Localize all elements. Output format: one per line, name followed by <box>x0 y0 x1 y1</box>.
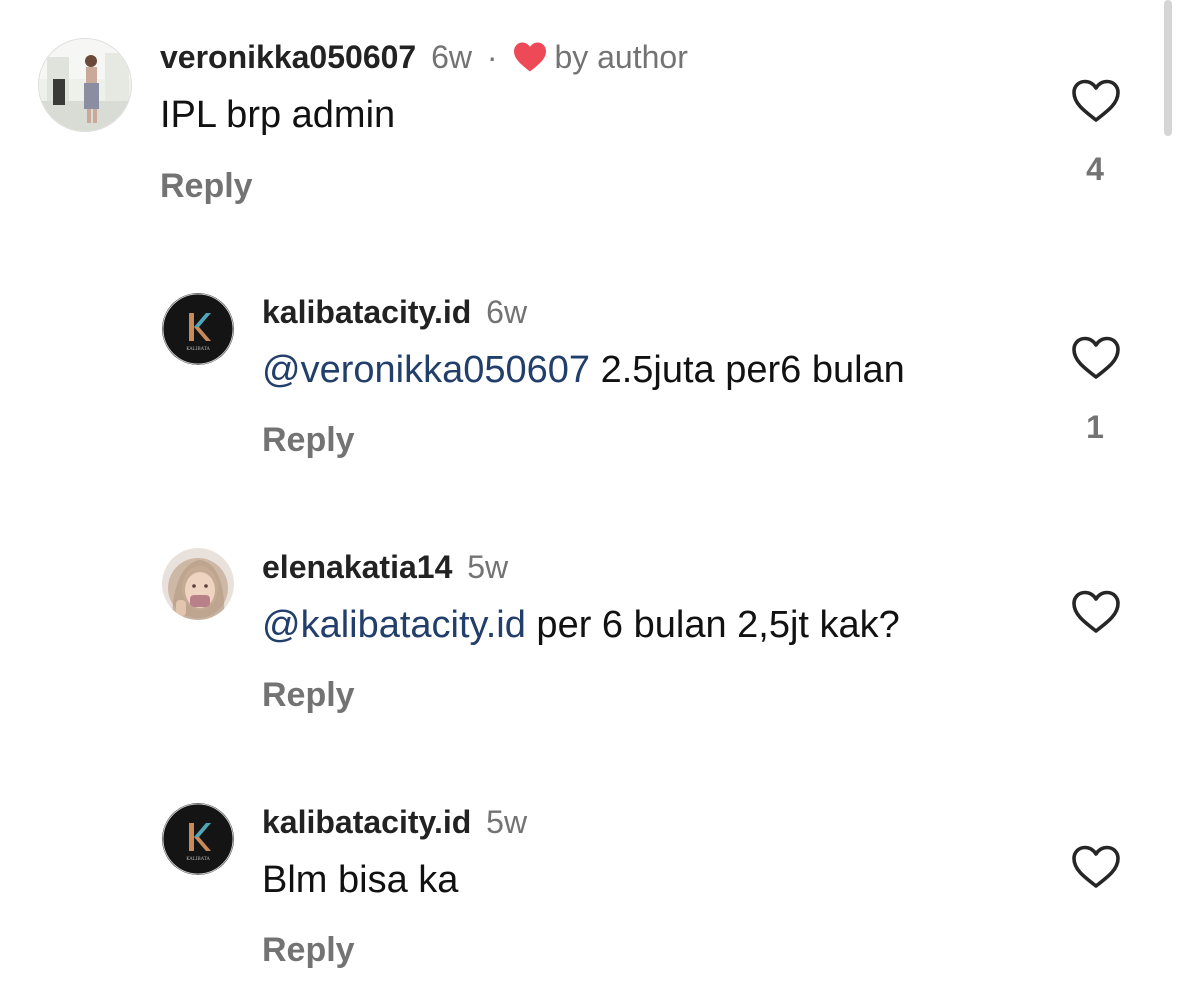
comment-header: veronikka050607 6w · by author <box>160 38 688 76</box>
kalibata-logo: KALIBATA <box>162 293 234 365</box>
comment-header: kalibatacity.id 6w <box>262 293 527 331</box>
username[interactable]: veronikka050607 <box>160 39 416 75</box>
comment-body: per 6 bulan 2,5jt kak? <box>525 604 900 646</box>
by-author-label: by author <box>554 39 688 75</box>
heart-outline-icon <box>1072 590 1120 633</box>
reply-button[interactable]: Reply <box>262 930 355 970</box>
user-photo <box>162 548 234 620</box>
avatar[interactable] <box>162 548 234 620</box>
reply-button[interactable]: Reply <box>262 675 355 715</box>
user-photo <box>39 39 131 131</box>
timestamp: 6w <box>431 39 472 75</box>
username[interactable]: kalibatacity.id <box>262 294 471 330</box>
timestamp: 5w <box>467 549 509 585</box>
like-button[interactable] <box>1071 844 1121 890</box>
avatar[interactable]: KALIBATA <box>162 803 234 875</box>
scrollbar[interactable] <box>1164 0 1172 136</box>
separator: · <box>486 39 498 75</box>
comment-body: 2.5juta per6 bulan <box>590 349 905 391</box>
heart-outline-icon <box>1072 845 1120 888</box>
heart-filled-icon <box>514 42 547 72</box>
username[interactable]: elenakatia14 <box>262 549 452 585</box>
logo-caption: KALIBATA <box>186 856 210 862</box>
comment-text: IPL brp admin <box>160 94 396 136</box>
reply-button[interactable]: Reply <box>262 420 355 460</box>
like-button[interactable] <box>1071 335 1121 381</box>
like-count[interactable]: 1 <box>1070 408 1120 446</box>
comment-text: @veronikka050607 2.5juta per6 bulan <box>262 347 905 393</box>
username[interactable]: kalibatacity.id <box>262 804 471 840</box>
comment-text: Blm bisa ka <box>262 859 459 901</box>
heart-outline-icon <box>1072 79 1120 122</box>
avatar[interactable]: KALIBATA <box>162 293 234 365</box>
avatar[interactable] <box>38 38 132 132</box>
like-button[interactable] <box>1071 589 1121 635</box>
comment-text: @kalibatacity.id per 6 bulan 2,5jt kak? <box>262 602 900 648</box>
heart-outline-icon <box>1072 336 1120 379</box>
comment-header: kalibatacity.id 5w <box>262 803 527 841</box>
comment-header: elenakatia14 5w <box>262 548 508 586</box>
like-button[interactable] <box>1071 78 1121 124</box>
timestamp: 5w <box>486 804 528 840</box>
reply-button[interactable]: Reply <box>160 166 253 206</box>
kalibata-logo: KALIBATA <box>162 803 234 875</box>
like-count[interactable]: 4 <box>1070 150 1120 188</box>
mention-link[interactable]: @kalibatacity.id <box>262 604 526 646</box>
logo-caption: KALIBATA <box>186 346 210 352</box>
mention-link[interactable]: @veronikka050607 <box>262 349 590 391</box>
timestamp: 6w <box>486 294 528 330</box>
